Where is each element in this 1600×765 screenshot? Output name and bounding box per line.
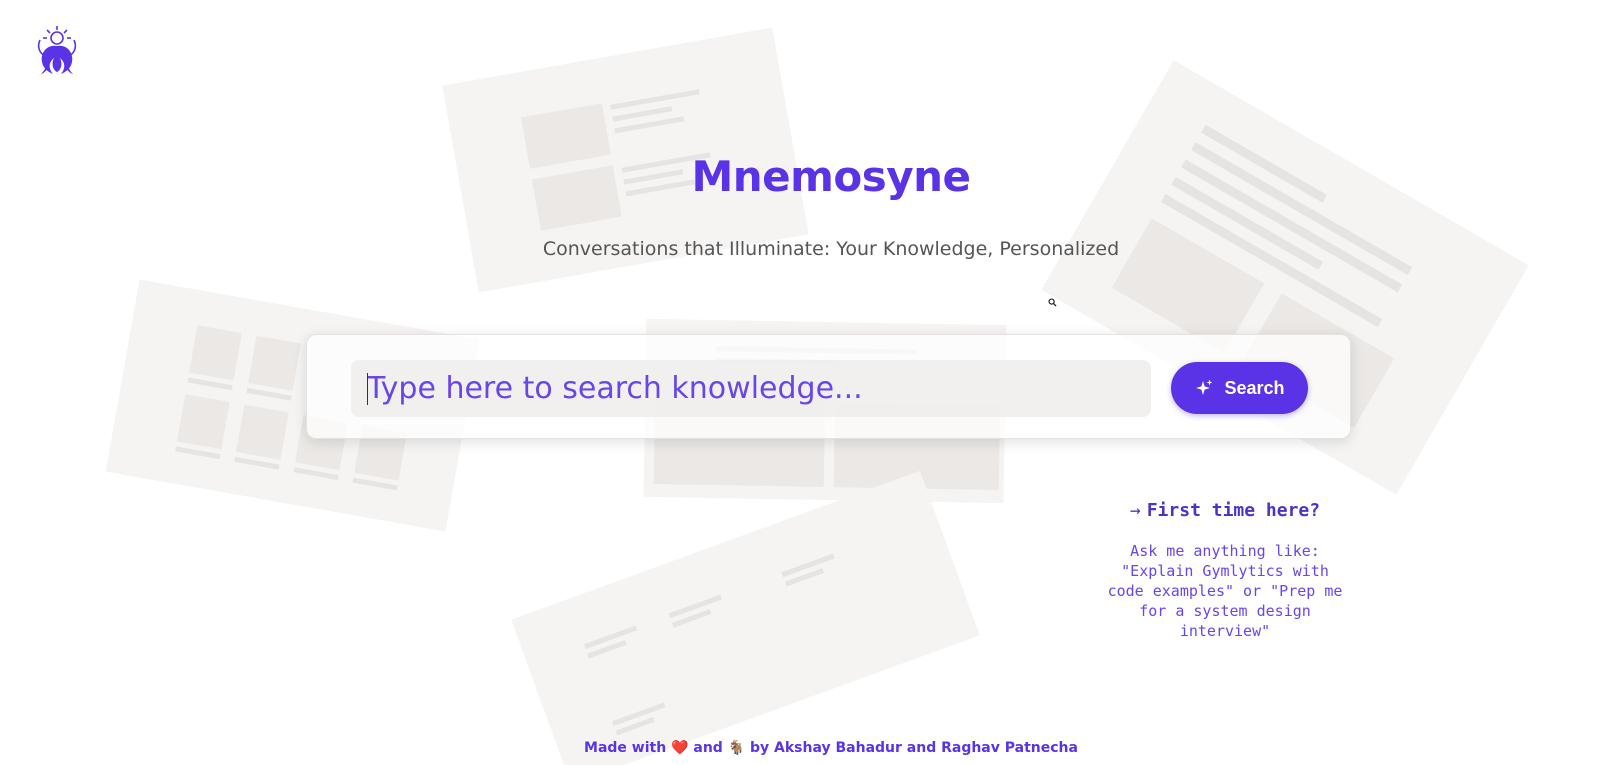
- page: Mnemosyne Conversations that Illuminate:…: [0, 0, 1600, 765]
- arrow-right-icon: →: [1129, 500, 1141, 521]
- heart-icon: ❤️: [671, 740, 689, 756]
- footer-suffix: by Akshay Bahadur and Raghav Patnecha: [750, 740, 1078, 756]
- footer-and: and: [693, 740, 723, 756]
- search-button-label: Search: [1224, 377, 1285, 398]
- goat-icon: 🐐: [727, 740, 746, 756]
- footer-credits: Made with ❤️ and 🐐 by Akshay Bahadur and…: [0, 740, 1600, 756]
- search-button[interactable]: Search: [1171, 362, 1308, 414]
- page-title: Mnemosyne: [691, 152, 971, 201]
- sparkle-icon: [1196, 379, 1213, 395]
- page-subtitle: Conversations that Illuminate: Your Know…: [542, 238, 1120, 260]
- mnemosyne-logo-icon: [37, 26, 77, 74]
- first-time-heading: → First time here?: [1090, 500, 1360, 521]
- text-caret: [367, 373, 368, 405]
- background-card-bottom: [511, 470, 980, 765]
- footer-prefix: Made with: [584, 740, 667, 756]
- search-input[interactable]: [351, 360, 1151, 417]
- first-time-heading-text: First time here?: [1146, 500, 1321, 521]
- logo[interactable]: [34, 24, 80, 76]
- first-time-callout: → First time here? Ask me anything like: …: [1090, 500, 1360, 641]
- first-time-body: Ask me anything like: "Explain Gymlytics…: [1107, 542, 1343, 640]
- magnifier-icon: [1048, 298, 1057, 307]
- search-panel: Search: [306, 334, 1351, 439]
